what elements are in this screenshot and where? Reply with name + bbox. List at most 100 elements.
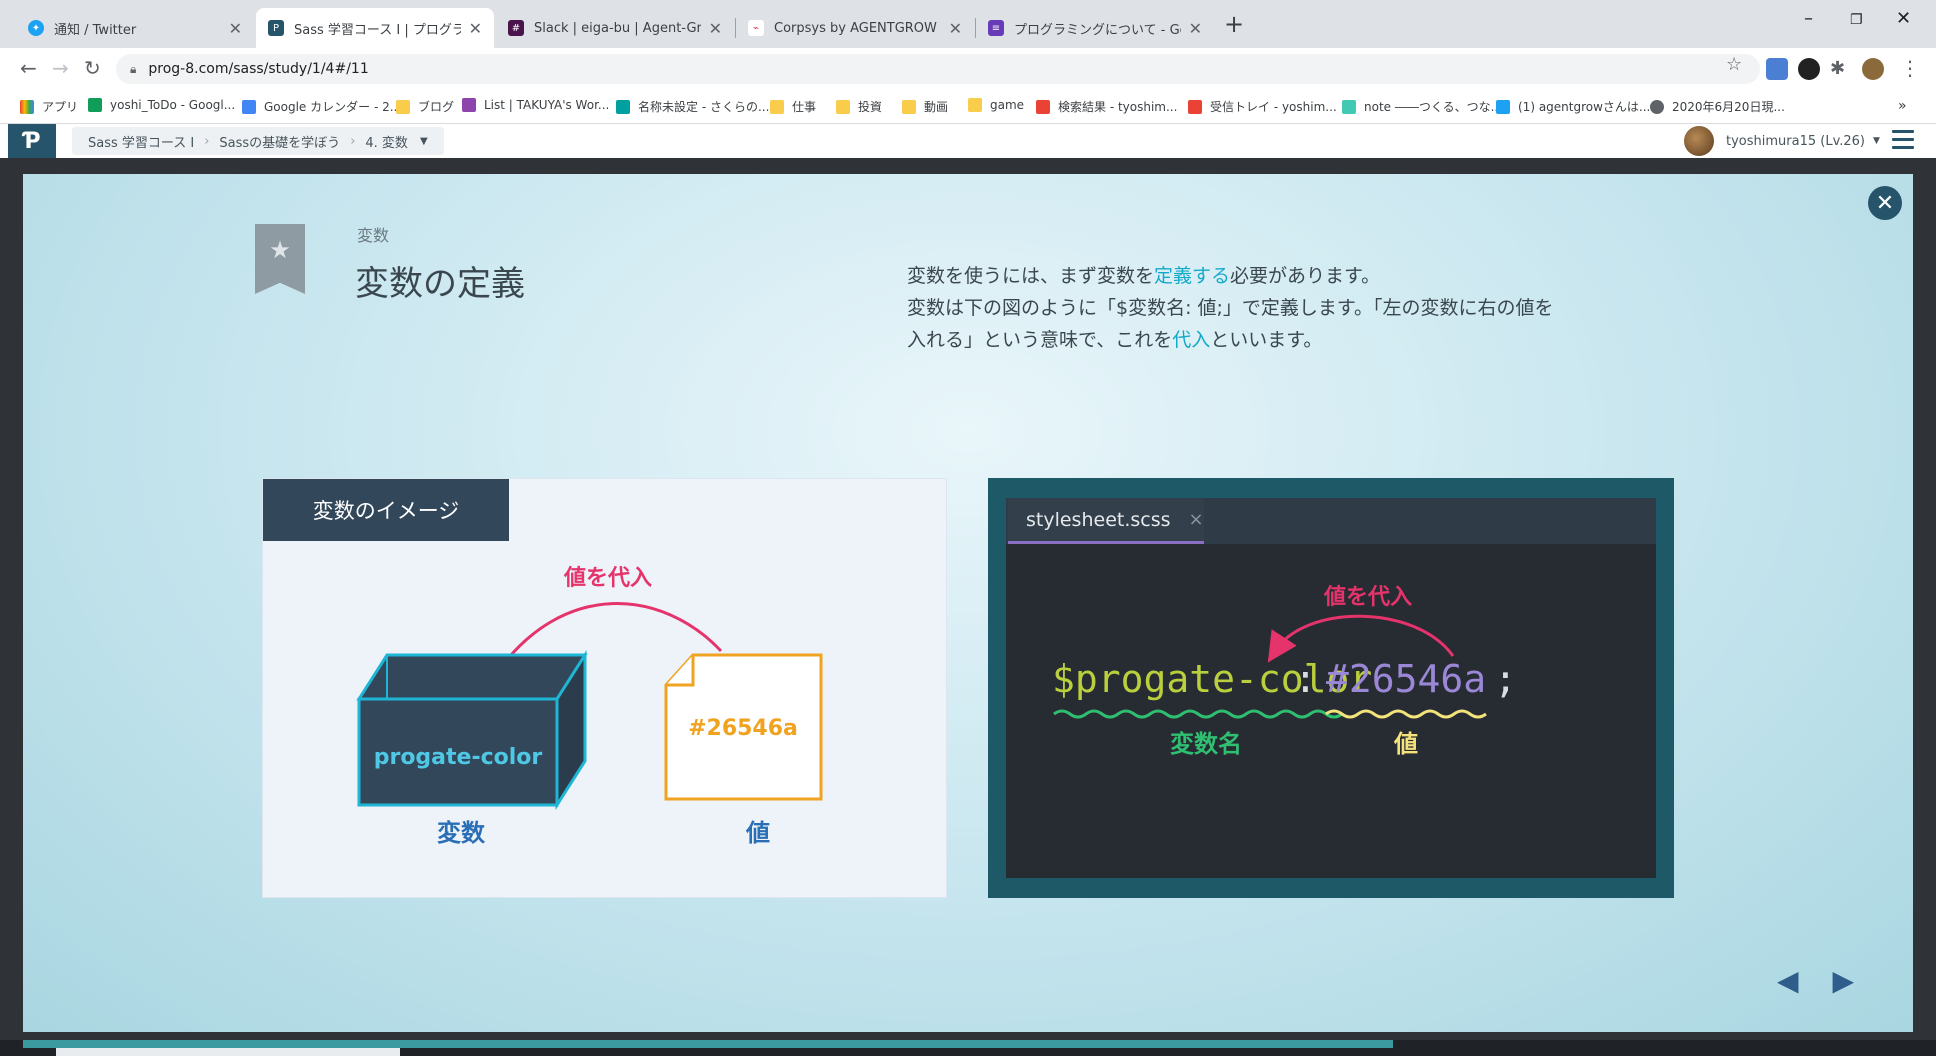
user-menu[interactable]: tyoshimura15 (Lv.26) ▼ — [1684, 126, 1880, 156]
address-bar[interactable]: 🔒︎ prog-8.com/sass/study/1/4#/11 — [116, 54, 1760, 84]
bookmark-item[interactable]: 投資 — [836, 98, 882, 115]
box-text: progate-color — [374, 745, 543, 770]
browser-tab-slack[interactable]: # Slack | eiga-bu | Agent-Grow ✕ — [496, 8, 734, 48]
slide-description: 変数を使うには、まず変数を定義する必要があります。 変数は下の図のように「$変数… — [907, 265, 1554, 351]
window-close-icon[interactable]: ✕ — [1896, 8, 1911, 29]
folder-icon — [836, 99, 850, 114]
chat-extension-icon[interactable] — [1798, 58, 1820, 80]
folder-icon — [396, 99, 410, 114]
browser-tab-corpsys[interactable]: ⌁ Corpsys by AGENTGROW Inc. ✕ — [736, 8, 974, 48]
bookmark-item[interactable]: 仕事 — [770, 98, 816, 115]
close-icon[interactable]: ✕ — [1868, 186, 1902, 220]
new-tab-button[interactable]: + — [1224, 10, 1244, 38]
gmail-icon — [1036, 99, 1050, 114]
minimize-icon[interactable]: – — [1804, 8, 1813, 29]
twitter-icon: ✦ — [28, 20, 44, 36]
tab-label: Slack | eiga-bu | Agent-Grow — [534, 20, 701, 36]
breadcrumb-chapter[interactable]: 4. 変数 — [365, 132, 408, 151]
bookmark-item[interactable]: 受信トレイ - yoshim... — [1188, 98, 1337, 115]
slide-title: 変数の定義 — [355, 264, 525, 304]
variable-illustration: 値を代入 progate-color 変数 #26546a 値 — [356, 566, 823, 847]
tab-label: Corpsys by AGENTGROW Inc. — [774, 20, 941, 36]
lock-icon: 🔒︎ — [130, 61, 137, 76]
bookmark-star-icon[interactable]: ★ — [255, 224, 305, 294]
browser-tab-progate[interactable]: P Sass 学習コース I | プログラミングの入 ✕ — [256, 8, 494, 48]
menu-dots-icon[interactable]: ⋮ — [1900, 56, 1920, 80]
corpsys-icon: ⌁ — [748, 20, 764, 36]
note-icon — [1342, 99, 1356, 114]
paper-text: #26546a — [688, 716, 798, 741]
value-caption: 値 — [1393, 730, 1418, 758]
bookmark-item[interactable]: ブログ — [396, 98, 454, 115]
bookmark-star-icon[interactable]: ☆ — [1726, 54, 1742, 75]
code-semicolon: ; — [1494, 657, 1517, 701]
caret-down-icon: ▼ — [1873, 136, 1880, 146]
globe-icon — [1650, 99, 1664, 114]
browser-tab-twitter[interactable]: ✦ 通知 / Twitter ✕ — [16, 8, 254, 48]
google-forms-icon: ≡ — [988, 20, 1004, 36]
editor-tab-bar: stylesheet.scss × — [1006, 498, 1656, 544]
bookmark-item[interactable]: Google カレンダー - 2... — [242, 98, 401, 115]
gmail-icon — [1188, 99, 1202, 114]
code-value: #26546a — [1326, 657, 1486, 701]
bookmark-item[interactable]: 名称未設定 - さくらの... — [616, 98, 769, 115]
profile-avatar-icon[interactable] — [1862, 58, 1884, 80]
bookmark-item[interactable]: note ――つくる、つな... — [1342, 98, 1502, 115]
editor-tab-stylesheet[interactable]: stylesheet.scss × — [1008, 498, 1204, 544]
close-tab-icon[interactable]: ✕ — [949, 19, 962, 38]
bookmark-apps[interactable]: アプリ — [20, 98, 78, 115]
username: tyoshimura15 (Lv.26) — [1726, 133, 1866, 149]
restore-icon[interactable]: ❐ — [1850, 12, 1863, 28]
url-text: prog-8.com/sass/study/1/4#/11 — [148, 61, 369, 77]
folder-icon — [968, 98, 982, 112]
close-tab-icon[interactable]: ✕ — [469, 19, 482, 38]
next-slide-icon[interactable]: ▶ — [1833, 964, 1855, 997]
close-tab-icon[interactable]: × — [1189, 509, 1204, 530]
progate-logo[interactable]: Ƥ — [8, 124, 56, 158]
box-top — [356, 653, 588, 701]
breadcrumb-lesson[interactable]: Sassの基礎を学ぼう — [219, 132, 340, 151]
slide-progress-bar — [23, 1040, 1393, 1048]
breadcrumb: Sass 学習コース I › Sassの基礎を学ぼう › 4. 変数 ▼ — [72, 127, 444, 155]
reload-icon[interactable]: ↻ — [84, 56, 101, 80]
tab-label: Sass 学習コース I | プログラミングの入 — [294, 22, 461, 38]
chevron-right-icon: › — [350, 133, 356, 149]
avatar — [1684, 126, 1714, 156]
bookmark-item[interactable]: yoshi_ToDo - Googl... — [88, 98, 235, 112]
assign-label: 値を代入 — [1323, 585, 1412, 610]
assign-arrow — [1267, 614, 1455, 663]
twitter-icon — [1496, 99, 1510, 114]
close-tab-icon[interactable]: ✕ — [709, 19, 722, 38]
browser-tab-bar: ✦ 通知 / Twitter ✕ P Sass 学習コース I | プログラミン… — [0, 0, 1936, 48]
browser-tab-google-forms[interactable]: ≡ プログラミングについて - Google フォー ✕ — [976, 8, 1214, 48]
caret-down-icon[interactable]: ▼ — [420, 136, 428, 147]
browser-toolbar: ← → ↻ 🔒︎ prog-8.com/sass/study/1/4#/11 ☆… — [0, 48, 1936, 90]
bookmark-item[interactable]: 2020年6月20日現... — [1650, 98, 1785, 115]
chevron-right-icon: › — [204, 133, 210, 149]
more-bookmarks-icon[interactable]: » — [1898, 98, 1907, 114]
progate-icon: P — [268, 20, 284, 36]
bookmark-item[interactable]: game — [968, 98, 1024, 112]
code-variable: $progate-color — [1052, 657, 1372, 701]
back-icon[interactable]: ← — [20, 56, 37, 80]
bookmark-item[interactable]: 動画 — [902, 98, 948, 115]
bookmark-item[interactable]: (1) agentgrowさんは... — [1496, 98, 1650, 115]
calendar-extension-icon[interactable] — [1766, 58, 1788, 80]
breadcrumb-course[interactable]: Sass 学習コース I — [88, 132, 194, 151]
extensions-puzzle-icon[interactable]: ✱ — [1830, 58, 1852, 80]
bookmark-item[interactable]: List | TAKUYA's Wor... — [462, 98, 609, 112]
tab-label: プログラミングについて - Google フォー — [1014, 22, 1181, 38]
code-panel: stylesheet.scss × 値を代入 $progate-color : … — [988, 478, 1674, 898]
value-underline — [1325, 709, 1487, 719]
close-tab-icon[interactable]: ✕ — [229, 19, 242, 38]
prev-slide-icon[interactable]: ◀ — [1777, 964, 1799, 997]
bottom-bar — [56, 1048, 400, 1056]
highlight-term: 定義する — [1154, 265, 1231, 287]
close-tab-icon[interactable]: ✕ — [1189, 19, 1202, 38]
bookmark-item[interactable]: 検索結果 - tyoshim... — [1036, 98, 1177, 115]
variable-caption: 変数名 — [1170, 730, 1242, 758]
hamburger-menu-icon[interactable] — [1892, 130, 1914, 154]
forward-icon[interactable]: → — [52, 56, 69, 80]
assign-label: 値を代入 — [563, 566, 652, 591]
site-icon — [462, 98, 476, 112]
